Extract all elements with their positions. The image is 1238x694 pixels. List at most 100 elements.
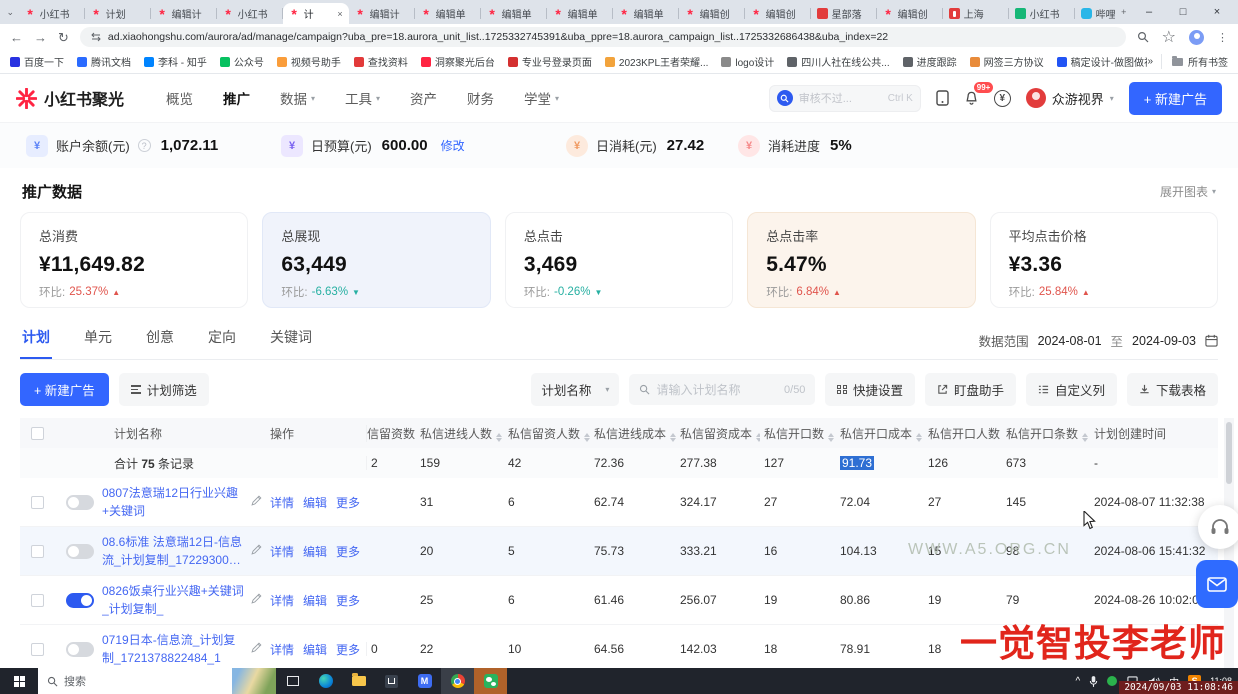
nav-item-推广[interactable]: 推广	[223, 88, 250, 108]
all-bookmarks-button[interactable]: 所有书签	[1161, 54, 1228, 69]
edit-pencil-icon[interactable]	[251, 593, 262, 607]
expand-chart-toggle[interactable]: 展开图表 ▾	[1160, 183, 1216, 200]
close-icon[interactable]: ×	[1200, 6, 1234, 18]
site-info-icon[interactable]	[91, 32, 101, 42]
download-table-button[interactable]: 下载表格	[1127, 373, 1218, 406]
name-field-select[interactable]: 计划名称 ▾	[531, 373, 619, 406]
campaign-toggle[interactable]	[66, 544, 94, 559]
minimize-icon[interactable]: –	[1132, 6, 1166, 18]
browser-tab[interactable]: *计划	[85, 3, 151, 24]
campaign-toggle[interactable]	[66, 495, 94, 510]
quick-settings-button[interactable]: 快捷设置	[825, 373, 915, 406]
tab-创意[interactable]: 创意	[144, 323, 176, 359]
nav-item-资产[interactable]: 资产	[410, 88, 437, 108]
tab-close-icon[interactable]: ×	[337, 9, 342, 19]
bookmark-item[interactable]: 视频号助手	[277, 54, 341, 69]
bookmark-item[interactable]: 查找资料	[354, 54, 408, 69]
bookmark-item[interactable]: 2023KPL王者荣耀...	[605, 54, 708, 69]
back-icon[interactable]: ←	[10, 31, 23, 44]
microphone-icon[interactable]	[1089, 675, 1098, 688]
op-link-更多[interactable]: 更多	[336, 545, 360, 559]
start-button[interactable]	[0, 668, 38, 694]
op-link-详情[interactable]: 详情	[270, 496, 294, 510]
tab-定向[interactable]: 定向	[206, 323, 238, 359]
plan-filter-button[interactable]: 计划筛选	[119, 373, 209, 406]
edge-button[interactable]	[309, 668, 342, 694]
row-checkbox[interactable]	[31, 643, 44, 656]
browser-tab[interactable]: *编辑单	[415, 3, 481, 24]
tab-计划[interactable]: 计划	[20, 323, 52, 359]
create-ad-button[interactable]: + 新建广告	[20, 373, 109, 406]
stat-card-总消费[interactable]: 总消费¥11,649.82环比:25.37%▲	[20, 212, 248, 308]
bookmark-item[interactable]: 公众号	[220, 54, 264, 69]
campaign-name-link[interactable]: 08.6标准 法意瑞12日-信息流_计划复制_1722930091961_1	[102, 533, 246, 569]
taskbar-search[interactable]: 搜索	[38, 668, 276, 694]
tray-chevron-icon[interactable]: ^	[1075, 676, 1080, 687]
sort-icon[interactable]	[828, 433, 834, 442]
bookmark-item[interactable]: 四川人社在线公共...	[787, 54, 889, 69]
browser-tab[interactable]: *小红书	[217, 3, 283, 24]
sort-icon[interactable]	[1082, 433, 1088, 442]
mobile-preview-icon[interactable]	[936, 90, 949, 106]
forward-icon[interactable]: →	[34, 31, 47, 44]
bookmark-item[interactable]: 进度跟踪	[903, 54, 957, 69]
op-link-编辑[interactable]: 编辑	[303, 496, 327, 510]
new-tab-button[interactable]: +	[1115, 7, 1132, 17]
bookmark-item[interactable]: 李科 - 知乎	[144, 54, 207, 69]
bookmark-item[interactable]: 洞察聚光后台	[421, 54, 495, 69]
bookmark-item[interactable]: logo设计	[721, 54, 774, 69]
finance-yen-icon[interactable]: ¥	[994, 90, 1011, 107]
browser-tab[interactable]: *编辑计	[151, 3, 217, 24]
row-checkbox[interactable]	[31, 496, 44, 509]
wechat-tray-icon[interactable]	[1107, 676, 1117, 686]
browser-tab[interactable]: *编辑创	[877, 3, 943, 24]
sort-icon[interactable]	[916, 433, 922, 442]
scrollbar-thumb[interactable]	[1226, 422, 1232, 484]
modify-link[interactable]: 修改	[441, 137, 465, 154]
tab-关键词[interactable]: 关键词	[268, 323, 314, 359]
op-link-更多[interactable]: 更多	[336, 594, 360, 608]
file-explorer-button[interactable]	[342, 668, 375, 694]
date-from[interactable]: 2024-08-01	[1038, 334, 1102, 348]
notification-bell-icon[interactable]: 99+	[964, 90, 979, 106]
campaign-toggle[interactable]	[66, 593, 94, 608]
help-icon[interactable]: ?	[138, 139, 151, 152]
browser-tab[interactable]: *编辑单	[613, 3, 679, 24]
bookmark-star-icon[interactable]: ☆	[1162, 27, 1176, 47]
new-ad-button[interactable]: + 新建广告	[1129, 82, 1222, 115]
app-logo[interactable]: 小红书聚光	[16, 86, 124, 110]
op-link-详情[interactable]: 详情	[270, 594, 294, 608]
wechat-button[interactable]	[474, 668, 507, 694]
date-range-picker[interactable]: 数据范围 2024-08-01 至 2024-09-03	[979, 331, 1218, 359]
op-link-更多[interactable]: 更多	[336, 643, 360, 657]
campaign-name-link[interactable]: 0719日本-信息流_计划复制_1721378822484_1	[102, 631, 246, 667]
browser-tab[interactable]: 星部落	[811, 3, 877, 24]
nav-item-数据[interactable]: 数据▾	[280, 88, 315, 108]
nav-item-工具[interactable]: 工具▾	[345, 88, 380, 108]
browser-menu-icon[interactable]: ⋮	[1217, 31, 1228, 44]
op-link-详情[interactable]: 详情	[270, 643, 294, 657]
customer-service-button[interactable]	[1198, 505, 1238, 549]
store-button[interactable]	[375, 668, 408, 694]
row-checkbox[interactable]	[31, 545, 44, 558]
op-link-更多[interactable]: 更多	[336, 496, 360, 510]
feedback-mail-button[interactable]	[1196, 560, 1238, 608]
browser-tab[interactable]: *计×	[283, 3, 349, 24]
address-bar[interactable]: ad.xiaohongshu.com/aurora/ad/manage/camp…	[80, 27, 1126, 47]
header-search-input[interactable]: 审核不过... Ctrl K	[769, 85, 921, 112]
op-link-编辑[interactable]: 编辑	[303, 643, 327, 657]
bookmarks-overflow-icon[interactable]: »	[1147, 56, 1153, 67]
op-link-详情[interactable]: 详情	[270, 545, 294, 559]
nav-item-学堂[interactable]: 学堂▾	[524, 88, 559, 108]
tab-search-chevron-icon[interactable]: ⌄	[2, 7, 19, 18]
op-link-编辑[interactable]: 编辑	[303, 594, 327, 608]
edit-pencil-icon[interactable]	[251, 495, 262, 509]
browser-tab[interactable]: *小红书	[19, 3, 85, 24]
row-checkbox[interactable]	[31, 594, 44, 607]
nav-item-概览[interactable]: 概览	[166, 88, 193, 108]
profile-avatar[interactable]	[1189, 30, 1204, 45]
reload-icon[interactable]: ↻	[58, 31, 69, 44]
date-to[interactable]: 2024-09-03	[1132, 334, 1196, 348]
plan-name-search-input[interactable]: 请输入计划名称 0/50	[629, 374, 815, 405]
app-m-button[interactable]: M	[408, 668, 441, 694]
